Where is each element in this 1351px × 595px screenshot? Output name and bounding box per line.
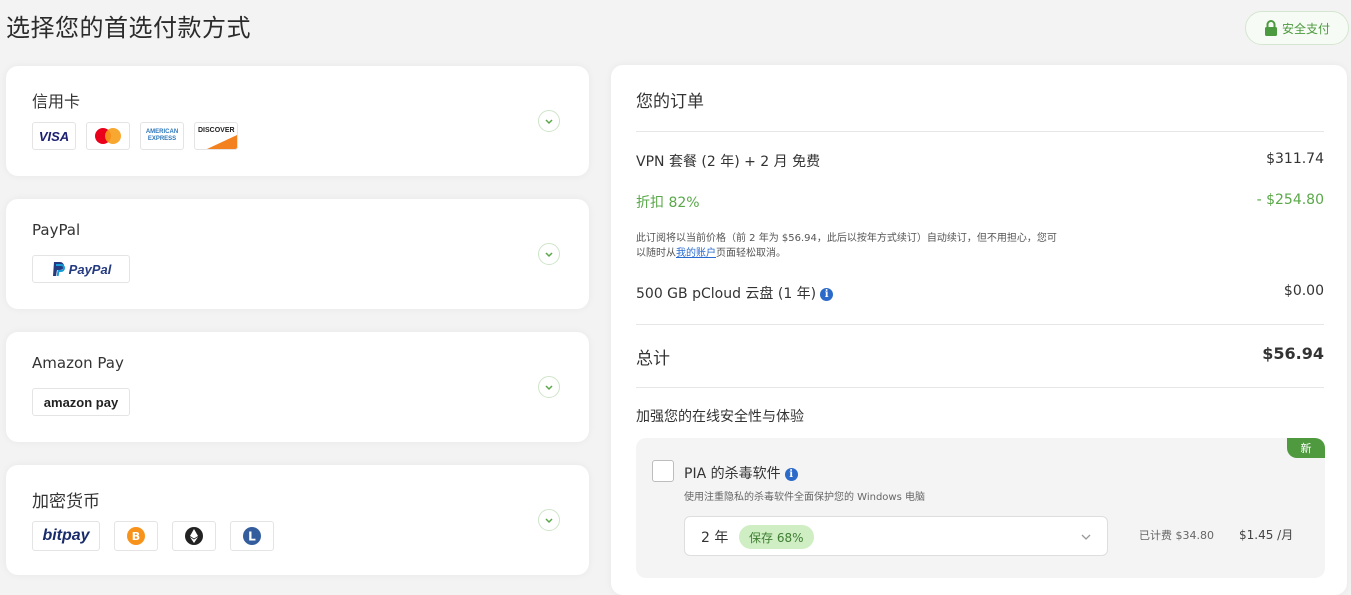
payment-option-label: 加密货币 [32,492,100,512]
plan-price: $311.74 [1266,151,1324,167]
antivirus-addon-card: 新 PIA 的杀毒软件 i 使用注重隐私的杀毒软件全面保护您的 Windows 电… [636,438,1325,578]
payment-option-label: PayPal [32,221,81,239]
secure-payment-label: 安全支付 [1281,21,1330,36]
addon-title-row: PIA 的杀毒软件 i [684,463,798,483]
cloud-label: 500 GB pCloud 云盘 (1 年) [636,286,817,302]
bitcoin-icon: B [114,521,158,551]
paypal-logos: PayPal [32,255,130,283]
divider [636,131,1324,132]
svg-text:L: L [248,530,256,544]
mastercard-logo [86,122,130,150]
divider [636,324,1324,325]
chevron-down-icon [1081,534,1091,540]
lock-icon [1264,20,1277,36]
litecoin-icon: L [230,521,274,551]
renewal-note-text: 以随时从 [636,248,676,259]
payment-option-label: 信用卡 [32,92,81,111]
info-icon[interactable]: i [820,287,834,301]
paypal-logo: PayPal [32,255,130,283]
addon-term-select[interactable]: 2 年 保存 68% [684,516,1108,556]
save-badge: 保存 68% [739,525,814,549]
info-icon[interactable]: i [784,467,798,481]
discount-value: - $254.80 [1256,192,1324,208]
addon-checkbox[interactable] [652,460,674,482]
renewal-note-line-2: 以随时从我的账户页面轻松取消。 [636,246,1166,261]
visa-logo: VISA [32,122,76,150]
secure-payment-badge: 安全支付 [1245,11,1349,45]
addon-description: 使用注重隐私的杀毒软件全面保护您的 Windows 电脑 [684,492,925,503]
page-title: 选择您的首选付款方式 [6,14,251,42]
discover-logo: DISCOVER [194,122,238,150]
bitpay-logo: bitpay [32,521,100,551]
order-summary-panel: 您的订单 VPN 套餐 (2 年) + 2 月 免费 $311.74 折扣 82… [611,65,1347,595]
cloud-price: $0.00 [1283,283,1324,299]
total-value: $56.94 [1262,344,1324,363]
amex-logo: AMERICAN EXPRESS [140,122,184,150]
plan-label: VPN 套餐 (2 年) + 2 月 免费 [636,154,821,170]
card-logos: VISA AMERICAN EXPRESS DISCOVER [32,122,238,150]
new-badge: 新 [1287,438,1325,458]
expand-chevron-icon[interactable] [538,376,560,398]
cloud-row: 500 GB pCloud 云盘 (1 年) i [636,283,834,303]
payment-option-label: Amazon Pay [32,354,124,372]
divider [636,387,1324,388]
renewal-note: 此订阅将以当前价格（前 2 年为 $56.94，此后以按年方式续订）自动续订，但… [636,231,1166,261]
amazon-pay-logo: amazon pay [32,388,130,416]
svg-text:B: B [132,530,140,543]
term-value: 2 年 [701,530,729,546]
order-heading: 您的订单 [636,92,704,112]
renewal-note-line-1: 此订阅将以当前价格（前 2 年为 $56.94，此后以按年方式续订）自动续订，但… [636,233,1057,244]
ethereum-icon [172,521,216,551]
renewal-note-text: 页面轻松取消。 [716,248,786,259]
total-label: 总计 [636,349,670,369]
my-account-link[interactable]: 我的账户 [676,248,716,259]
crypto-logos: bitpay B L [32,521,274,551]
addon-monthly: $1.45 /月 [1239,528,1294,542]
expand-chevron-icon[interactable] [538,110,560,132]
upsell-heading: 加强您的在线安全性与体验 [636,409,804,425]
addon-title: PIA 的杀毒软件 [684,466,781,482]
addon-billed: 已计费 $34.80 [1139,529,1214,542]
payment-option-amazon-pay[interactable]: Amazon Pay amazon pay [6,332,589,442]
amazon-logos: amazon pay [32,388,130,416]
discount-label: 折扣 82% [636,195,700,211]
payment-option-credit-card[interactable]: 信用卡 VISA AMERICAN EXPRESS DISCOVER [6,66,589,176]
payment-option-paypal[interactable]: PayPal PayPal [6,199,589,309]
expand-chevron-icon[interactable] [538,509,560,531]
expand-chevron-icon[interactable] [538,243,560,265]
payment-option-crypto[interactable]: 加密货币 bitpay B L [6,465,589,575]
